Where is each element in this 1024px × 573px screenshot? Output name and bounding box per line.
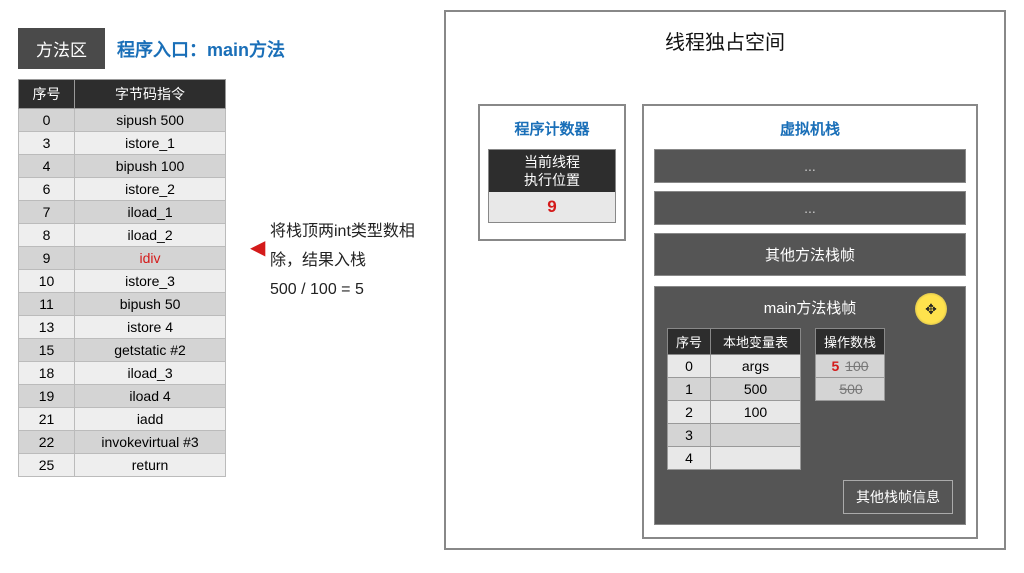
thread-title: 线程独占空间	[446, 12, 1004, 73]
pc-label: 当前线程 执行位置	[489, 150, 615, 192]
col-seq: 序号	[19, 80, 75, 109]
thread-space-panel: 线程独占空间 程序计数器 当前线程 执行位置 9 虚拟机栈 ... ... 其他…	[444, 10, 1006, 550]
bytecode-row: 10istore_3	[19, 270, 226, 293]
main-frame-title: main方法栈帧	[667, 297, 953, 318]
entry-label: 程序入口：main方法	[117, 36, 285, 62]
locals-row: 0args	[668, 355, 801, 378]
pc-title: 程序计数器	[488, 114, 616, 149]
locals-row: 2100	[668, 401, 801, 424]
bytecode-row: 22invokevirtual #3	[19, 431, 226, 454]
locals-row: 1500	[668, 378, 801, 401]
program-counter-box: 程序计数器 当前线程 执行位置 9	[478, 104, 626, 241]
bytecode-row: 4bipush 100	[19, 155, 226, 178]
bytecode-row: 3istore_1	[19, 132, 226, 155]
bytecode-row: 21iadd	[19, 408, 226, 431]
locals-col-seq: 序号	[668, 329, 711, 355]
opstack-row: 500	[816, 378, 885, 401]
pc-value: 9	[489, 192, 615, 222]
main-stack-frame: main方法栈帧 ✥ 序号 本地变量表 0args1500210034 操作数栈	[654, 286, 966, 525]
bytecode-row: 6istore_2	[19, 178, 226, 201]
pc-inner: 当前线程 执行位置 9	[488, 149, 616, 223]
col-instr: 字节码指令	[75, 80, 226, 109]
method-area-panel: 方法区 程序入口：main方法 序号 字节码指令 0sipush 5003ist…	[18, 28, 428, 477]
bytecode-row: 19iload 4	[19, 385, 226, 408]
bytecode-row: 0sipush 500	[19, 109, 226, 132]
locals-row: 3	[668, 424, 801, 447]
bytecode-row: 25return	[19, 454, 226, 477]
bytecode-row: 7iload_1	[19, 201, 226, 224]
bytecode-row: 9idiv	[19, 247, 226, 270]
bytecode-row: 13istore 4	[19, 316, 226, 339]
vm-stack-title: 虚拟机栈	[654, 114, 966, 149]
opstack-table: 操作数栈 5 100 500	[815, 328, 885, 401]
bytecode-table: 序号 字节码指令 0sipush 5003istore_14bipush 100…	[18, 79, 226, 477]
bytecode-row: 11bipush 50	[19, 293, 226, 316]
cursor-highlight-icon: ✥	[915, 293, 947, 325]
locals-table: 序号 本地变量表 0args1500210034	[667, 328, 801, 470]
method-area-header: 方法区 程序入口：main方法	[18, 28, 428, 69]
frame-slot-2: ...	[654, 191, 966, 225]
method-area-title: 方法区	[18, 28, 105, 69]
opstack-header: 操作数栈	[816, 329, 885, 355]
other-frame-info: 其他栈帧信息	[843, 480, 953, 514]
bytecode-row: 15getstatic #2	[19, 339, 226, 362]
annotation-text: 将栈顶两int类型数相 除，结果入栈 500 / 100 = 5	[270, 218, 415, 304]
pointer-arrow-icon: ◀	[250, 235, 265, 260]
bytecode-row: 18iload_3	[19, 362, 226, 385]
other-frames-label: 其他方法栈帧	[654, 233, 966, 276]
locals-col-name: 本地变量表	[711, 329, 801, 355]
frame-inner: 序号 本地变量表 0args1500210034 操作数栈 5 100 500	[667, 328, 953, 470]
frame-slot-1: ...	[654, 149, 966, 183]
opstack-row: 5 100	[816, 355, 885, 378]
bytecode-row: 8iload_2	[19, 224, 226, 247]
locals-row: 4	[668, 447, 801, 470]
vm-stack-box: 虚拟机栈 ... ... 其他方法栈帧 main方法栈帧 ✥ 序号 本地变量表 …	[642, 104, 978, 539]
